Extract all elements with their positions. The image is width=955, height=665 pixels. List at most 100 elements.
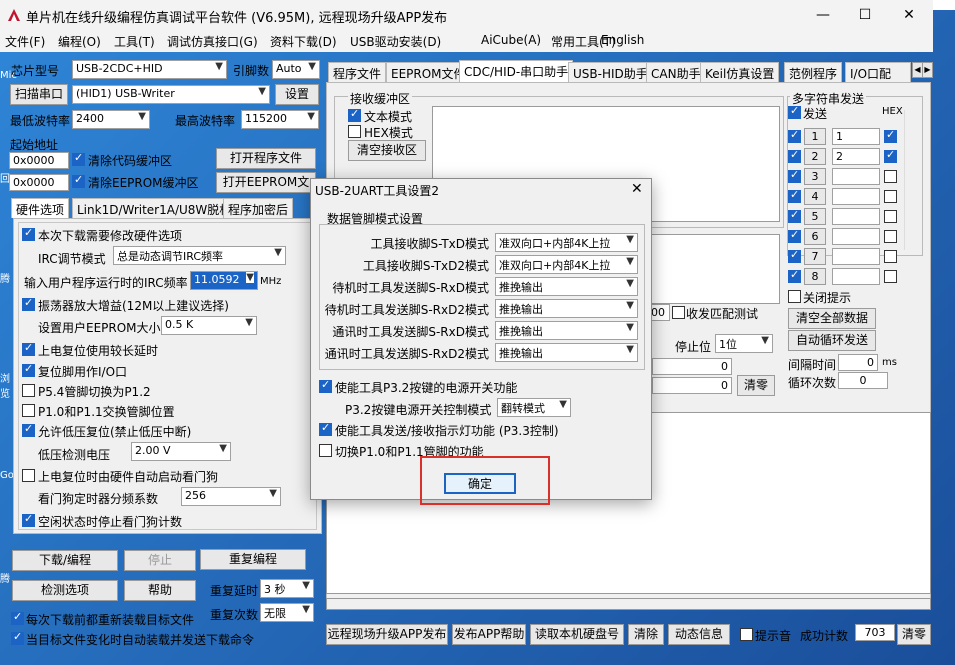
- menu-aicube[interactable]: AiCube(A): [481, 33, 541, 47]
- menu-file[interactable]: 文件(F): [5, 33, 45, 50]
- open-eeprom-button[interactable]: 打开EEPROM文: [216, 172, 316, 193]
- osc-gain-checkbox[interactable]: [22, 296, 35, 311]
- chip-select[interactable]: USB-2CDC+HID ▼: [72, 60, 227, 79]
- menu-program[interactable]: 编程(O): [58, 33, 101, 50]
- interval-input[interactable]: 0: [838, 354, 878, 371]
- send-row-checkbox[interactable]: [788, 268, 801, 283]
- clear-recv-button[interactable]: 清空接收区: [348, 140, 426, 161]
- clear-all-button[interactable]: 清空全部数据: [788, 308, 876, 329]
- min-baud-select[interactable]: 2400 ▼: [72, 110, 150, 129]
- pin-mode-select[interactable]: 准双向口+内部4K上拉 ▼: [495, 255, 638, 274]
- menu-usb-driver[interactable]: USB驱动安装(D): [350, 33, 441, 50]
- reset-io-checkbox[interactable]: [22, 362, 35, 377]
- power-delay-checkbox[interactable]: [22, 341, 35, 356]
- send-row-button[interactable]: 1: [804, 128, 826, 145]
- desktop-icon[interactable]: Go: [0, 470, 14, 510]
- loop-count-input[interactable]: 0: [838, 372, 888, 389]
- send-row-hex-checkbox[interactable]: [884, 250, 897, 263]
- pin-mode-select[interactable]: 推挽输出 ▼: [495, 343, 638, 362]
- low-volt-select[interactable]: 2.00 V ▼: [131, 442, 231, 461]
- tab-io-config[interactable]: I/O口配: [845, 62, 911, 82]
- p10-switch-checkbox[interactable]: [319, 444, 332, 457]
- close-hint-checkbox[interactable]: [788, 290, 801, 303]
- low-volt-checkbox[interactable]: [22, 422, 35, 437]
- multi-send-scrollbar[interactable]: [904, 110, 910, 250]
- send-row-hex-checkbox[interactable]: [884, 148, 897, 163]
- tab-scroll-right-icon[interactable]: ▶: [922, 62, 933, 78]
- check-options-button[interactable]: 检测选项: [12, 580, 118, 601]
- publish-help-button[interactable]: 发布APP帮助: [452, 624, 526, 645]
- clear-count-button[interactable]: 清零: [737, 375, 775, 396]
- recv-match-checkbox[interactable]: [672, 306, 685, 319]
- dialog-close-button[interactable]: ✕: [631, 181, 643, 197]
- read-disk-button[interactable]: 读取本机硬盘号: [530, 624, 624, 645]
- tab-encrypt[interactable]: 程序加密后: [223, 198, 294, 218]
- send-row-input[interactable]: [832, 268, 880, 285]
- send-row-checkbox[interactable]: [788, 148, 801, 163]
- repeat-count-select[interactable]: 无限 ▼: [260, 603, 314, 622]
- stop-bit-select[interactable]: 1位 ▼: [715, 334, 773, 353]
- idle-watchdog-checkbox[interactable]: [22, 512, 35, 527]
- send-row-hex-checkbox[interactable]: [884, 230, 897, 243]
- pin-mode-select[interactable]: 推挽输出 ▼: [495, 299, 638, 318]
- send-row-checkbox[interactable]: [788, 208, 801, 223]
- power-switch-checkbox[interactable]: [319, 378, 332, 393]
- desktop-icon[interactable]: 浏览: [0, 370, 14, 410]
- horizontal-scrollbar[interactable]: [326, 598, 931, 610]
- send-row-checkbox[interactable]: [788, 168, 801, 183]
- send-row-button[interactable]: 7: [804, 248, 826, 265]
- send-row-button[interactable]: 5: [804, 208, 826, 225]
- auto-loop-button[interactable]: 自动循环发送: [788, 330, 876, 351]
- send-row-input[interactable]: [832, 248, 880, 265]
- send-row-input[interactable]: [832, 168, 880, 185]
- scan-port-button[interactable]: 扫描串口: [10, 84, 68, 105]
- max-baud-select[interactable]: 115200 ▼: [241, 110, 319, 129]
- send-row-input[interactable]: 2: [832, 148, 880, 165]
- menu-debug[interactable]: 调试仿真接口(G): [167, 33, 258, 50]
- p32-mode-select[interactable]: 翻转模式 ▼: [497, 398, 571, 417]
- send-row-button[interactable]: 2: [804, 148, 826, 165]
- tab-eeprom-file[interactable]: EEPROM文件: [386, 62, 471, 82]
- eeprom-size-select[interactable]: 0.5 K ▼: [161, 316, 257, 335]
- pin-mode-select[interactable]: 准双向口+内部4K上拉 ▼: [495, 233, 638, 252]
- menu-tools[interactable]: 工具(T): [114, 33, 155, 50]
- send-row-checkbox[interactable]: [788, 228, 801, 243]
- pin-select[interactable]: Auto ▼: [272, 60, 320, 79]
- tab-offline[interactable]: Link1D/Writer1A/U8W脱机: [72, 198, 237, 218]
- tab-hardware[interactable]: 硬件选项: [11, 198, 70, 218]
- remote-upgrade-button[interactable]: 远程现场升级APP发布: [326, 624, 448, 645]
- send-row-hex-checkbox[interactable]: [884, 210, 897, 223]
- auto-send-checkbox[interactable]: [11, 630, 24, 645]
- stop-button[interactable]: 停止: [124, 550, 196, 571]
- send-row-input[interactable]: 1: [832, 128, 880, 145]
- close-button[interactable]: ✕: [889, 4, 929, 26]
- hex-mode-checkbox[interactable]: [348, 125, 361, 138]
- send-row-checkbox[interactable]: [788, 248, 801, 263]
- text-mode-checkbox[interactable]: [348, 107, 361, 122]
- p54-checkbox[interactable]: [22, 384, 35, 397]
- tab-program-file[interactable]: 程序文件: [328, 62, 387, 82]
- eeprom-address-input[interactable]: 0x0000: [9, 174, 69, 191]
- reset-count-button[interactable]: 清零: [897, 624, 931, 645]
- send-row-hex-checkbox[interactable]: [884, 170, 897, 183]
- pin-mode-select[interactable]: 推挽输出 ▼: [495, 321, 638, 340]
- menu-download[interactable]: 资料下载(D): [270, 33, 337, 50]
- repeat-delay-select[interactable]: 3 秒 ▼: [260, 579, 314, 598]
- led-checkbox[interactable]: [319, 421, 332, 436]
- settings-button[interactable]: 设置: [275, 84, 319, 105]
- help-button[interactable]: 帮助: [124, 580, 196, 601]
- p10-swap-checkbox[interactable]: [22, 404, 35, 417]
- clear-button[interactable]: 清除: [628, 624, 664, 645]
- reload-checkbox[interactable]: [11, 610, 24, 625]
- tab-usb-hid[interactable]: USB-HID助手: [568, 62, 653, 82]
- tab-examples[interactable]: 范例程序: [784, 62, 843, 82]
- send-row-hex-checkbox[interactable]: [884, 270, 897, 283]
- send-row-input[interactable]: [832, 228, 880, 245]
- send-row-input[interactable]: [832, 208, 880, 225]
- desktop-icon[interactable]: 腾: [0, 270, 14, 310]
- code-address-input[interactable]: 0x0000: [9, 152, 69, 169]
- download-program-button[interactable]: 下载/编程: [12, 550, 118, 571]
- send-row-checkbox[interactable]: [788, 188, 801, 203]
- send-row-checkbox[interactable]: [788, 128, 801, 143]
- send-row-button[interactable]: 4: [804, 188, 826, 205]
